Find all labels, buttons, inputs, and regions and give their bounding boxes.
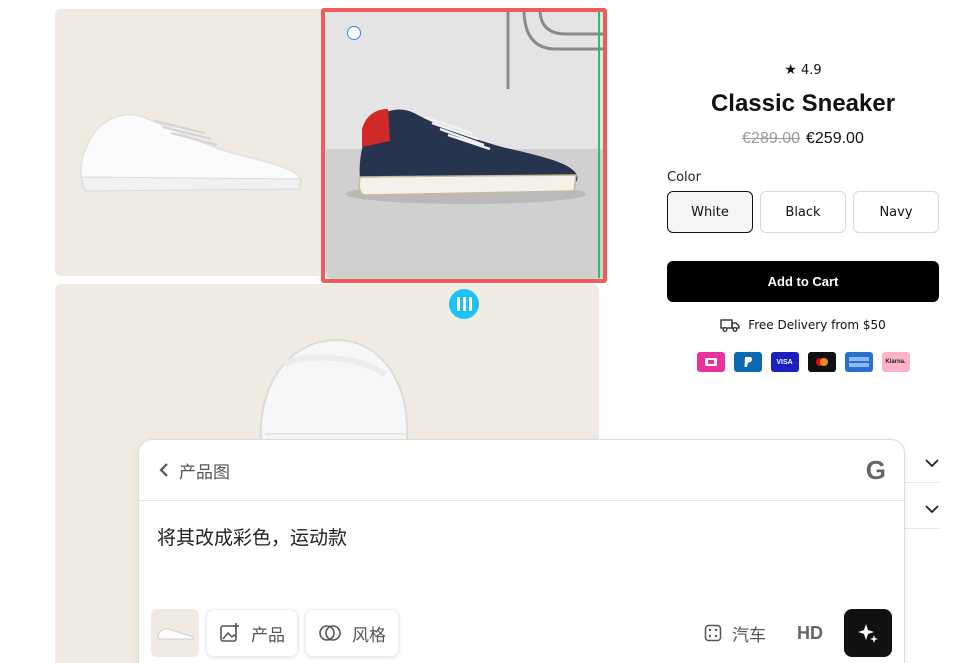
resize-handle[interactable]	[449, 289, 479, 319]
alignment-guide	[598, 12, 600, 278]
panel-header: 产品图 G	[139, 440, 904, 501]
google-logo: G	[865, 454, 886, 485]
delivery-info: Free Delivery from $50	[667, 318, 939, 332]
category-label: 汽车	[732, 625, 766, 646]
white-sneaker-image	[80, 113, 302, 192]
truck-icon	[720, 319, 740, 332]
delivery-text: Free Delivery from $50	[748, 318, 886, 332]
back-label: 产品图	[179, 462, 230, 483]
original-price: €289.00	[742, 130, 800, 147]
add-to-cart-button[interactable]: Add to Cart	[667, 261, 939, 302]
product-title: Classic Sneaker	[710, 90, 896, 117]
grid-dots-icon	[704, 624, 722, 642]
generate-button[interactable]	[844, 609, 892, 657]
chevron-down-icon	[925, 504, 939, 513]
style-chip[interactable]: 风格	[305, 609, 399, 657]
rating-value: 4.9	[800, 63, 822, 78]
product-chip[interactable]: 产品	[206, 609, 298, 657]
accordion-row-2[interactable]	[905, 489, 939, 529]
category-selector[interactable]: 汽车	[692, 621, 778, 646]
visa-icon: VISA	[770, 352, 799, 372]
reference-thumbnail[interactable]	[151, 609, 199, 657]
ai-edit-panel: 产品图 G 将其改成彩色，运动款 产品 风格 汽车 HD	[138, 439, 905, 663]
color-option-black[interactable]: Black	[760, 191, 846, 233]
amex-icon	[844, 352, 873, 372]
color-option-white[interactable]: White	[667, 191, 753, 233]
ideal-icon	[696, 352, 725, 372]
panel-toolbar: 产品 风格 汽车 HD	[151, 609, 892, 657]
product-chip-label: 产品	[251, 625, 285, 646]
image-tile-white-sneaker[interactable]	[55, 9, 327, 276]
payment-methods: VISA Klarna.	[667, 352, 939, 372]
mastercard-icon	[807, 352, 836, 372]
chevron-down-icon	[925, 458, 939, 467]
back-button[interactable]: 产品图	[159, 458, 230, 483]
sale-price: €259.00	[806, 130, 864, 147]
image-tile-navy-sneaker[interactable]	[326, 9, 605, 279]
product-rating: ★ 4.9	[667, 62, 939, 78]
chevron-left-icon	[159, 463, 168, 477]
style-chip-label: 风格	[352, 625, 386, 646]
selection-anchor-handle[interactable]	[347, 26, 361, 40]
klarna-icon: Klarna.	[881, 352, 910, 372]
color-options: White Black Navy	[667, 191, 939, 233]
quality-toggle[interactable]: HD	[785, 623, 837, 644]
color-label: Color	[667, 170, 701, 185]
accordion-row-1[interactable]	[905, 443, 939, 483]
style-overlap-icon	[319, 625, 341, 641]
color-option-navy[interactable]: Navy	[853, 191, 939, 233]
product-details: ★ 4.9 Classic Sneaker €289.00 €259.00 Colo…	[667, 60, 939, 372]
prompt-input[interactable]: 将其改成彩色，运动款	[139, 501, 904, 572]
paypal-icon	[733, 352, 762, 372]
add-image-icon	[220, 623, 239, 642]
price-block: €289.00 €259.00	[667, 130, 939, 148]
navy-sneaker-image	[326, 9, 605, 279]
sparkle-icon	[858, 624, 878, 643]
star-icon: ★	[784, 62, 797, 78]
